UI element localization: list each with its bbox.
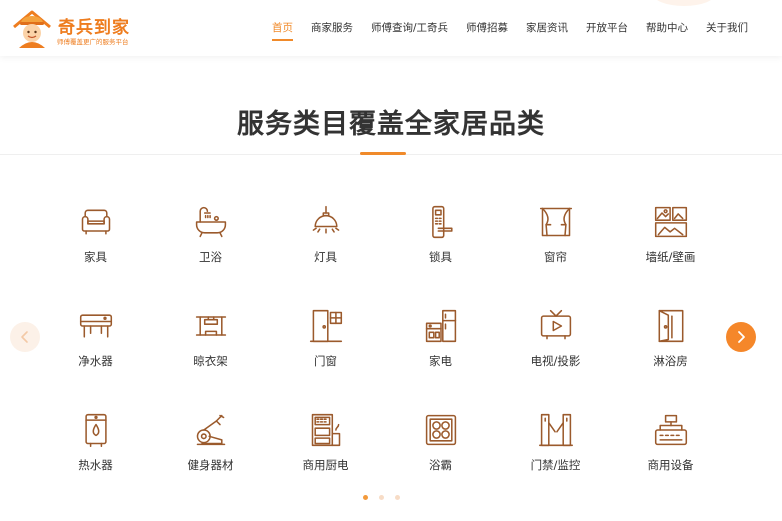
category-label: 窗帘 [544, 250, 567, 264]
curtain-icon [539, 207, 572, 237]
carousel-prev-button[interactable] [10, 322, 40, 352]
drying-rack-icon [195, 316, 226, 336]
nav-item-2[interactable]: 师傅查询/工奇兵 [371, 20, 448, 41]
nav-item-1[interactable]: 商家服务 [311, 20, 353, 41]
water-purifier-icon [79, 314, 112, 338]
category-item[interactable]: 浴霸 [383, 412, 498, 516]
category-item[interactable]: 家具 [38, 204, 153, 308]
site-header: 奇兵到家 师傅覆盖更广的服务平台 首页 商家服务 师傅查询/工奇兵 师傅招募 家居资讯开… [0, 0, 782, 56]
tv-icon [540, 309, 571, 340]
nav-item-5[interactable]: 开放平台 [586, 20, 628, 41]
category-label: 净水器 [78, 354, 113, 368]
category-label: 门禁/监控 [530, 458, 581, 472]
carousel-dot[interactable] [379, 495, 384, 500]
chevron-right-icon [738, 331, 745, 343]
commercial-kitchen-icon [311, 413, 340, 447]
nav-item-0[interactable]: 首页 [271, 20, 293, 41]
sofa-icon [81, 209, 110, 235]
bath-heater-icon [425, 414, 456, 446]
appliance-icon [425, 309, 456, 343]
category-item[interactable]: 淋浴房 [613, 308, 728, 412]
category-label: 家电 [429, 354, 452, 368]
nav-item-7[interactable]: 关于我们 [706, 20, 748, 41]
wallpaper-icon [654, 206, 687, 238]
category-item[interactable]: 净水器 [38, 308, 153, 412]
door-window-icon [309, 309, 342, 343]
category-label: 健身器材 [187, 458, 234, 472]
category-label: 家具 [84, 250, 107, 264]
category-item[interactable]: 窗帘 [498, 204, 613, 308]
cash-register-icon [654, 414, 687, 446]
category-label: 浴霸 [429, 458, 452, 472]
fitness-bike-icon [196, 414, 225, 446]
carousel-pagination [363, 495, 400, 500]
section-title: 服务类目覆盖全家居品类 [237, 109, 545, 140]
carousel-dot[interactable] [363, 495, 368, 500]
site-logo[interactable]: 奇兵到家 师傅覆盖更广的服务平台 [10, 9, 130, 49]
shower-room-icon [658, 309, 683, 343]
category-item[interactable]: 电视/投影 [498, 308, 613, 412]
category-item[interactable]: 灯具 [268, 204, 383, 308]
lamp-icon [312, 205, 339, 234]
category-label: 电视/投影 [530, 354, 581, 368]
logo-tagline: 师傅覆盖更广的服务平台 [57, 38, 129, 46]
category-label: 门窗 [314, 354, 337, 368]
category-label: 商用设备 [647, 458, 694, 472]
category-grid: 家具 卫浴 灯具 锁具 窗帘 墙纸/壁画净水器 晾衣架 门窗 家电 电视/投影 淋浴房热水器 健身器材… [38, 204, 728, 516]
category-label: 墙纸/壁画 [645, 250, 696, 264]
category-label: 晾衣架 [193, 354, 228, 368]
title-underline [360, 152, 406, 155]
access-gate-icon [538, 413, 573, 447]
worker-mascot-icon [13, 10, 51, 48]
category-label: 灯具 [314, 250, 337, 264]
category-label: 淋浴房 [653, 354, 688, 368]
category-item[interactable]: 卫浴 [153, 204, 268, 308]
category-item[interactable]: 锁具 [383, 204, 498, 308]
category-item[interactable]: 健身器材 [153, 412, 268, 516]
category-item[interactable]: 商用设备 [613, 412, 728, 516]
category-item[interactable]: 商用厨电 [268, 412, 383, 516]
carousel-dot[interactable] [395, 495, 400, 500]
nav-item-4[interactable]: 家居资讯 [526, 20, 568, 41]
carousel-next-button[interactable] [726, 322, 756, 352]
category-item[interactable]: 晾衣架 [153, 308, 268, 412]
category-item[interactable]: 家电 [383, 308, 498, 412]
nav-item-3[interactable]: 师傅招募 [466, 20, 508, 41]
category-item[interactable]: 门窗 [268, 308, 383, 412]
logo-title: 奇兵到家 [58, 18, 130, 38]
category-label: 热水器 [78, 458, 113, 472]
decorative-blob [652, 0, 716, 6]
main-nav: 首页 商家服务 师傅查询/工奇兵 师傅招募 家居资讯 开放平台 帮助中心 关于我们 [271, 20, 748, 41]
nav-item-6[interactable]: 帮助中心 [646, 20, 688, 41]
category-label: 卫浴 [199, 250, 222, 264]
category-item[interactable]: 热水器 [38, 412, 153, 516]
category-item[interactable]: 墙纸/壁画 [613, 204, 728, 308]
category-label: 锁具 [429, 250, 452, 264]
water-heater-icon [84, 413, 107, 447]
category-item[interactable]: 门禁/监控 [498, 412, 613, 516]
chevron-left-icon [21, 331, 28, 343]
bathtub-icon [195, 206, 226, 238]
category-label: 商用厨电 [302, 458, 349, 472]
door-lock-icon [431, 205, 453, 239]
